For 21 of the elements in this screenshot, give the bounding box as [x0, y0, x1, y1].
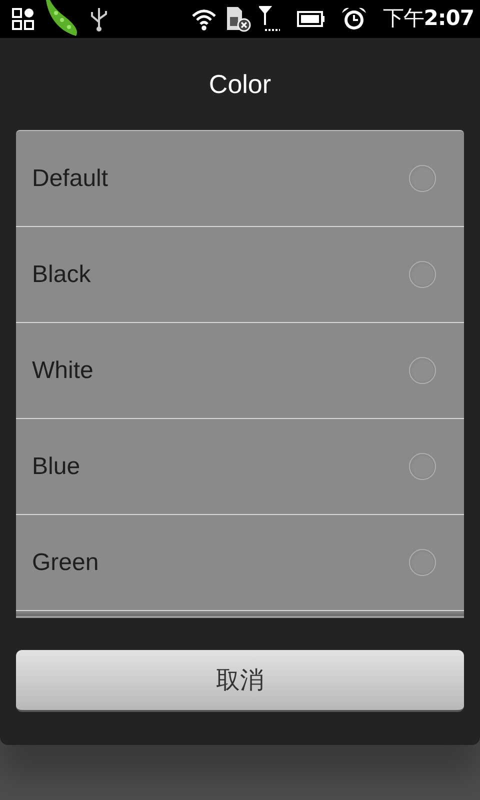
radio-button[interactable] — [409, 165, 436, 192]
radio-button[interactable] — [409, 453, 436, 480]
battery-icon — [296, 10, 325, 28]
usb-icon — [88, 6, 110, 32]
option-label: Black — [32, 260, 91, 290]
cancel-button[interactable]: 取消 — [16, 650, 464, 712]
signal-icon — [258, 5, 281, 33]
alarm-icon — [340, 6, 367, 32]
radio-button[interactable] — [409, 549, 436, 576]
option-label: Default — [32, 164, 108, 194]
clock: 下午2:07 — [382, 5, 474, 32]
option-label: Blue — [32, 452, 80, 482]
option-row[interactable]: Default — [16, 131, 464, 227]
option-label: Green — [32, 548, 99, 578]
option-label: White — [32, 356, 94, 386]
wifi-icon — [190, 7, 217, 31]
radio-button[interactable] — [409, 357, 436, 384]
radio-button[interactable] — [409, 261, 436, 288]
sim-error-icon — [224, 6, 251, 32]
apps-icon[interactable] — [12, 8, 34, 30]
dialog-title: Color — [208, 68, 272, 101]
